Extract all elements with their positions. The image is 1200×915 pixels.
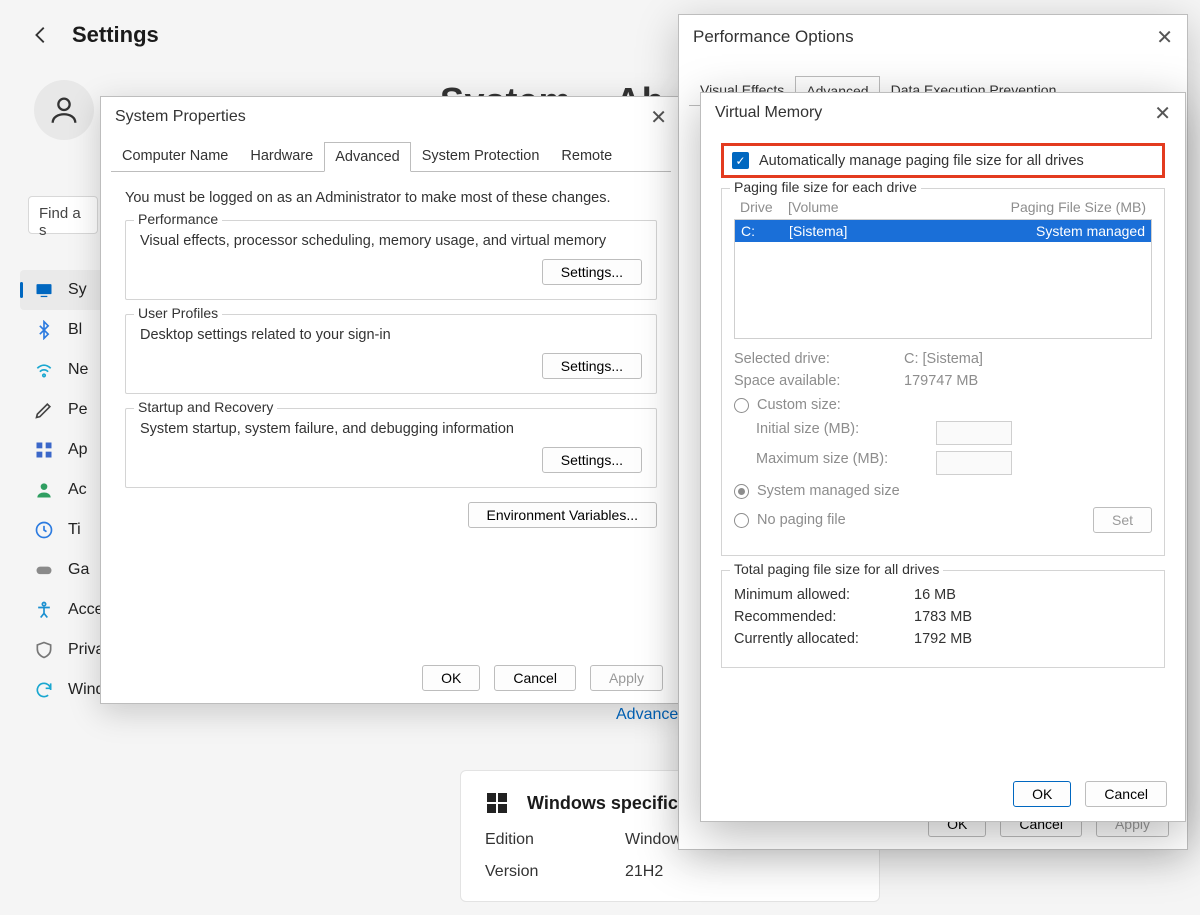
tab-system-protection[interactable]: System Protection <box>411 141 551 171</box>
drive-volume: [Sistema] <box>789 223 975 239</box>
initial-size-input <box>936 421 1012 445</box>
drive-letter: C: <box>741 223 789 239</box>
tab-computer-name[interactable]: Computer Name <box>111 141 239 171</box>
privacy-icon <box>34 640 54 660</box>
space-available-label: Space available: <box>734 373 904 389</box>
virtual-memory-dialog: Virtual Memory ✕ ✓ Automatically manage … <box>700 92 1186 822</box>
group-legend: Startup and Recovery <box>134 399 277 415</box>
total-key: Minimum allowed: <box>734 587 914 603</box>
back-icon[interactable] <box>30 24 52 46</box>
sidebar-item-label: Pe <box>68 401 88 419</box>
radio-custom-size: Custom size: <box>734 397 1152 413</box>
total-val: 16 MB <box>914 587 956 603</box>
radio-icon <box>734 513 749 528</box>
personalize-icon <box>34 400 54 420</box>
maximum-size-input <box>936 451 1012 475</box>
group-desc: System startup, system failure, and debu… <box>140 421 642 437</box>
group-desc: Visual effects, processor scheduling, me… <box>140 233 642 249</box>
admin-note: You must be logged on as an Administrato… <box>125 190 657 206</box>
apply-button[interactable]: Apply <box>590 665 663 691</box>
group-paging-per-drive: Paging file size for each drive Drive [V… <box>721 188 1165 556</box>
spec-key: Version <box>485 863 625 881</box>
sidebar-item-label: Ap <box>68 441 88 459</box>
system-icon <box>34 280 54 300</box>
initial-size-label: Initial size (MB): <box>756 421 926 445</box>
update-icon <box>34 680 54 700</box>
drive-list[interactable]: C: [Sistema] System managed <box>734 219 1152 339</box>
dialog-title: Performance Options <box>693 27 854 47</box>
total-key: Recommended: <box>734 609 914 625</box>
group-performance: Performance Visual effects, processor sc… <box>125 220 657 300</box>
sidebar-item-label: Ac <box>68 481 87 499</box>
tab-remote[interactable]: Remote <box>550 141 623 171</box>
network-icon <box>34 360 54 380</box>
sysprops-tabstrip: Computer Name Hardware Advanced System P… <box>101 141 681 171</box>
sidebar-item-label: Sy <box>68 281 87 299</box>
set-button: Set <box>1093 507 1152 533</box>
cancel-button[interactable]: Cancel <box>494 665 576 691</box>
auto-manage-highlight: ✓ Automatically manage paging file size … <box>721 143 1165 178</box>
group-desc: Desktop settings related to your sign-in <box>140 327 642 343</box>
group-legend: Total paging file size for all drives <box>730 561 943 577</box>
spec-key: Edition <box>485 831 625 849</box>
drive-row[interactable]: C: [Sistema] System managed <box>735 220 1151 242</box>
search-input[interactable]: Find a s <box>28 196 98 234</box>
col-size: Paging File Size (MB) <box>976 199 1146 215</box>
radio-icon <box>734 398 749 413</box>
time-icon <box>34 520 54 540</box>
apps-icon <box>34 440 54 460</box>
drive-paging-size: System managed <box>975 223 1145 239</box>
group-totals: Total paging file size for all drives Mi… <box>721 570 1165 668</box>
custom-size-label: Custom size: <box>757 397 841 413</box>
bluetooth-icon <box>34 320 54 340</box>
sidebar-item-label: Ne <box>68 361 88 379</box>
gaming-icon <box>34 560 54 580</box>
sidebar-item-label: Ti <box>68 521 81 539</box>
environment-variables-button[interactable]: Environment Variables... <box>468 502 657 528</box>
sidebar-item-label: Bl <box>68 321 82 339</box>
radio-no-paging: No paging file <box>734 512 846 528</box>
group-legend: Paging file size for each drive <box>730 179 921 195</box>
total-key: Currently allocated: <box>734 631 914 647</box>
selected-drive-value: C: [Sistema] <box>904 351 983 367</box>
system-managed-label: System managed size <box>757 483 900 499</box>
col-drive: Drive <box>740 199 788 215</box>
ok-button[interactable]: OK <box>422 665 480 691</box>
group-legend: Performance <box>134 211 222 227</box>
windows-logo-icon <box>485 791 509 815</box>
accounts-icon <box>34 480 54 500</box>
total-val: 1783 MB <box>914 609 972 625</box>
total-val: 1792 MB <box>914 631 972 647</box>
group-legend: User Profiles <box>134 305 222 321</box>
dialog-title: Virtual Memory <box>715 104 822 122</box>
accessibility-icon <box>34 600 54 620</box>
radio-icon <box>734 484 749 499</box>
no-paging-label: No paging file <box>757 512 846 528</box>
profile-avatar[interactable] <box>34 80 94 140</box>
tab-hardware[interactable]: Hardware <box>239 141 324 171</box>
tab-advanced[interactable]: Advanced <box>324 142 411 172</box>
spec-val: 21H2 <box>625 863 855 881</box>
system-properties-dialog: System Properties ✕ Computer Name Hardwa… <box>100 96 682 704</box>
space-available-value: 179747 MB <box>904 373 978 389</box>
col-volume: [Volume <box>788 199 976 215</box>
selected-drive-label: Selected drive: <box>734 351 904 367</box>
close-icon[interactable]: ✕ <box>650 105 667 130</box>
close-icon[interactable]: ✕ <box>1156 25 1173 50</box>
performance-settings-button[interactable]: Settings... <box>542 259 642 285</box>
auto-manage-label: Automatically manage paging file size fo… <box>759 153 1084 169</box>
ok-button[interactable]: OK <box>1013 781 1071 807</box>
auto-manage-checkbox[interactable]: ✓ <box>732 152 749 169</box>
group-user-profiles: User Profiles Desktop settings related t… <box>125 314 657 394</box>
close-icon[interactable]: ✕ <box>1154 101 1171 126</box>
cancel-button[interactable]: Cancel <box>1085 781 1167 807</box>
maximum-size-label: Maximum size (MB): <box>756 451 926 475</box>
startup-recovery-settings-button[interactable]: Settings... <box>542 447 642 473</box>
user-profiles-settings-button[interactable]: Settings... <box>542 353 642 379</box>
dialog-title: System Properties <box>115 108 246 126</box>
settings-title: Settings <box>72 22 159 48</box>
sidebar-item-label: Ga <box>68 561 89 579</box>
radio-system-managed: System managed size <box>734 483 1152 499</box>
group-startup-recovery: Startup and Recovery System startup, sys… <box>125 408 657 488</box>
